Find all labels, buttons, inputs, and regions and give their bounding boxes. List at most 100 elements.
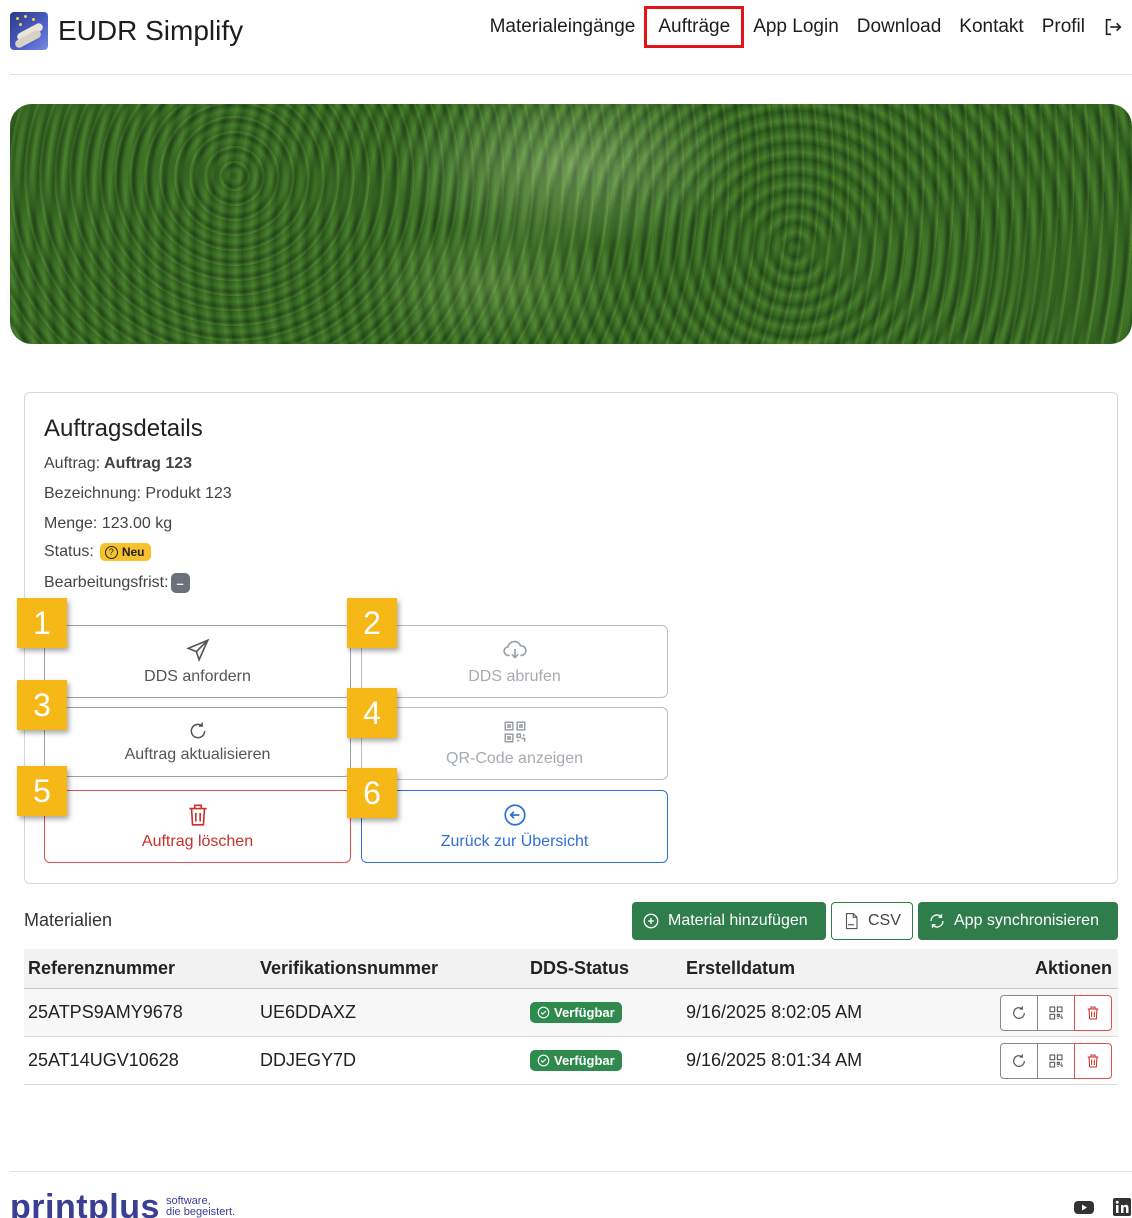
trash-icon [1087, 1053, 1099, 1068]
youtube-icon[interactable] [1074, 1198, 1094, 1216]
footer-logo[interactable]: printplus [10, 1188, 160, 1218]
refresh-icon [1013, 1005, 1025, 1019]
linkedin-icon[interactable] [1112, 1198, 1132, 1216]
row-qr-button[interactable] [1037, 994, 1075, 1031]
marker-6: 6 [347, 768, 397, 818]
check-circle-icon [537, 1006, 550, 1018]
card-title: Auftragsdetails [44, 415, 203, 442]
marker-4: 4 [347, 688, 397, 738]
materials-title: Materialien [24, 910, 113, 930]
zurueck-label: Zurück zur Übersicht [440, 833, 589, 850]
cell-status: Verfügbar [530, 1001, 686, 1024]
marker-1: 1 [17, 598, 67, 648]
row-delete-button[interactable] [1074, 994, 1112, 1031]
marker-3: 3 [17, 680, 67, 730]
cell-verif: DDJEGY7D [260, 1050, 357, 1070]
table-header: Referenznummer Verifikationsnummer DDS-S… [24, 949, 1118, 989]
row-refresh-button[interactable] [1000, 994, 1038, 1031]
status-label: Status: [44, 543, 94, 560]
question-icon: ? [104, 545, 118, 559]
app-sync-button[interactable]: App synchronisieren [918, 902, 1118, 940]
row-refresh-button[interactable] [1000, 1042, 1038, 1079]
detail-menge: Menge: 123.00 kg [44, 515, 173, 532]
tagline-line-2: die begeistert. [166, 1206, 236, 1218]
nav-item-kontakt[interactable]: Kontakt [950, 8, 1032, 46]
table-row: 25ATPS9AMY9678 UE6DDAXZ Verfügbar 9/16/2… [24, 989, 1118, 1037]
cell-date: 9/16/2025 8:02:05 AM [686, 1002, 863, 1022]
qr-code-icon [503, 721, 526, 743]
detail-bezeichnung: Bezeichnung: Produkt 123 [44, 485, 232, 502]
cell-ref: 25ATPS9AMY9678 [28, 1002, 183, 1022]
sync-label: App synchronisieren [954, 912, 1099, 929]
col-referenznummer[interactable]: Referenznummer [24, 958, 260, 979]
trash-icon [188, 804, 207, 826]
auftrag-loeschen-button[interactable]: Auftrag löschen [44, 790, 351, 863]
logout-icon[interactable] [1102, 16, 1124, 38]
col-erstelldatum[interactable]: Erstelldatum [686, 958, 986, 979]
table-row: 25AT14UGV10628 DDJEGY7D Verfügbar 9/16/2… [24, 1037, 1118, 1085]
status-badge-text: Neu [121, 545, 145, 559]
dds-status-badge: Verfügbar [530, 1049, 622, 1071]
detail-frist: Bearbeitungsfrist: – [44, 573, 190, 593]
plus-circle-icon [643, 913, 659, 929]
dds-abrufen-button[interactable]: DDS abrufen [361, 625, 668, 698]
dds-status-badge: Verfügbar [530, 1001, 622, 1023]
csv-button[interactable]: CSV [831, 902, 913, 940]
cell-actions [986, 994, 1118, 1031]
col-verifikationsnummer[interactable]: Verifikationsnummer [260, 958, 530, 979]
refresh-icon [1013, 1053, 1025, 1067]
send-icon [185, 638, 209, 662]
dds-abrufen-label: DDS abrufen [468, 668, 561, 685]
nav-item-auftraege[interactable]: Aufträge [644, 6, 745, 48]
dds-anfordern-button[interactable]: DDS anfordern [44, 625, 351, 698]
row-qr-button[interactable] [1037, 1042, 1075, 1079]
detail-status: Status: ? Neu [44, 543, 152, 561]
row-delete-button[interactable] [1074, 1042, 1112, 1079]
cell-actions [986, 1042, 1118, 1079]
check-circle-icon [537, 1054, 550, 1066]
csv-file-icon [845, 912, 858, 930]
zurueck-button[interactable]: Zurück zur Übersicht [361, 790, 668, 863]
qr-code-label: QR-Code anzeigen [446, 750, 583, 767]
cell-date: 9/16/2025 8:01:34 AM [686, 1050, 863, 1070]
footer-tagline: software, die begeistert. [166, 1196, 235, 1218]
aktualisieren-label: Auftrag aktualisieren [124, 745, 271, 763]
nav-item-download[interactable]: Download [848, 8, 951, 46]
sync-icon [930, 914, 944, 928]
brand[interactable]: EUDR Simplify [10, 12, 243, 50]
frist-badge: – [170, 573, 190, 593]
dds-status-text: Verfügbar [554, 1052, 615, 1068]
qr-code-icon [1049, 1005, 1063, 1020]
col-aktionen: Aktionen [1034, 958, 1112, 978]
top-navbar: EUDR Simplify Materialeingänge Aufträge … [10, 0, 1132, 75]
nav-item-profil[interactable]: Profil [1033, 8, 1094, 46]
detail-auftrag: Auftrag: Auftrag 123 [44, 455, 192, 473]
auftrag-aktualisieren-button[interactable]: Auftrag aktualisieren [44, 707, 351, 777]
cell-status: Verfügbar [530, 1049, 686, 1072]
col-dds-status[interactable]: DDS-Status [530, 958, 686, 979]
refresh-icon [190, 722, 205, 738]
auftrag-value: Auftrag 123 [104, 455, 193, 472]
loeschen-label: Auftrag löschen [141, 833, 254, 850]
nav-item-app-login[interactable]: App Login [744, 8, 848, 46]
dds-status-text: Verfügbar [554, 1004, 615, 1020]
social-icons [1056, 1198, 1132, 1216]
trash-icon [1087, 1005, 1099, 1020]
csv-label: CSV [868, 912, 901, 929]
cell-verif: UE6DDAXZ [260, 1002, 357, 1022]
row-actions [1000, 1042, 1112, 1079]
arrow-left-circle-icon [503, 804, 526, 826]
nav-item-materialeingaenge[interactable]: Materialeingänge [481, 8, 645, 46]
status-badge: ? Neu [99, 543, 152, 561]
auftrag-label: Auftrag: [44, 455, 101, 472]
qr-code-icon [1049, 1053, 1063, 1068]
order-details-card: Auftragsdetails Auftrag: Auftrag 123 Bez… [24, 392, 1118, 884]
brand-name: EUDR Simplify [58, 15, 244, 46]
hero-forest-image [10, 104, 1132, 344]
add-material-button[interactable]: Material hinzufügen [632, 902, 826, 940]
qr-code-button[interactable]: QR-Code anzeigen [361, 707, 668, 780]
timber-logs-icon [10, 12, 48, 50]
add-material-label: Material hinzufügen [668, 912, 808, 929]
row-actions [1000, 994, 1112, 1031]
marker-5: 5 [17, 766, 67, 816]
